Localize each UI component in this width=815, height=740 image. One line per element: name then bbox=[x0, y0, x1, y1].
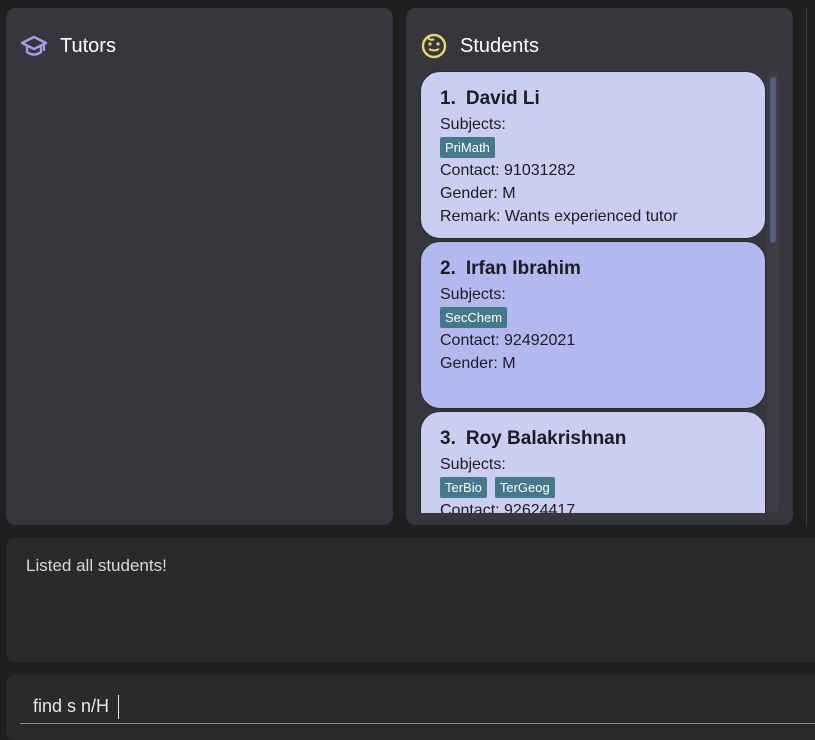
student-contact: Contact: 92624417 bbox=[440, 502, 576, 513]
student-name: David Li bbox=[465, 88, 540, 109]
subjects-label: Subjects: bbox=[440, 286, 506, 303]
subject-tags: TerBio TerGeog bbox=[440, 476, 765, 499]
panel-divider bbox=[806, 8, 807, 525]
student-card[interactable]: 3. Roy Balakrishnan Subjects: TerBio TerG… bbox=[420, 411, 766, 513]
student-gender: Gender: M bbox=[440, 185, 516, 202]
student-card[interactable]: 1. David Li Subjects: PriMath Contact: 91… bbox=[420, 71, 766, 239]
tutors-panel: Tutors bbox=[6, 8, 393, 525]
student-index: 3. bbox=[440, 428, 456, 449]
student-contact: Contact: 92492021 bbox=[440, 332, 576, 349]
smiley-face-icon bbox=[420, 32, 448, 60]
subject-tag: SecChem bbox=[440, 307, 508, 328]
student-list[interactable]: 1. David Li Subjects: PriMath Contact: 91… bbox=[420, 71, 767, 513]
subjects-label: Subjects: bbox=[440, 116, 506, 133]
student-card[interactable]: 2. Irfan Ibrahim Subjects: SecChem Contac… bbox=[420, 241, 766, 409]
students-panel: Students 1. David Li Subjects: PriMath Co… bbox=[406, 8, 793, 525]
subject-tags: SecChem bbox=[440, 306, 765, 329]
tutors-header: Tutors bbox=[20, 32, 116, 60]
subject-tag: PriMath bbox=[440, 137, 495, 158]
student-remark: Remark: Wants experienced tutor bbox=[440, 208, 678, 225]
subject-tags: PriMath bbox=[440, 136, 765, 159]
student-list-scrollbar[interactable] bbox=[767, 71, 779, 513]
student-index: 1. bbox=[440, 88, 456, 109]
student-name: Irfan Ibrahim bbox=[465, 258, 581, 279]
students-header: Students bbox=[420, 32, 539, 60]
scrollbar-thumb[interactable] bbox=[770, 77, 776, 243]
student-gender: Gender: M bbox=[440, 355, 516, 372]
student-name: Roy Balakrishnan bbox=[465, 428, 627, 449]
student-name-row: 1. David Li bbox=[440, 85, 765, 113]
text-caret bbox=[118, 695, 119, 719]
subjects-label: Subjects: bbox=[440, 456, 506, 473]
tutors-title: Tutors bbox=[60, 34, 116, 57]
student-index: 2. bbox=[440, 258, 456, 279]
student-name-row: 2. Irfan Ibrahim bbox=[440, 255, 765, 283]
student-name-row: 3. Roy Balakrishnan bbox=[440, 425, 765, 453]
graduation-cap-icon bbox=[20, 32, 48, 60]
command-box bbox=[6, 675, 815, 740]
command-input[interactable] bbox=[20, 690, 815, 724]
subject-tag: TerBio bbox=[440, 477, 487, 498]
student-contact: Contact: 91031282 bbox=[440, 162, 576, 179]
result-message: Listed all students! bbox=[26, 556, 167, 575]
students-title: Students bbox=[460, 34, 539, 57]
subject-tag: TerGeog bbox=[494, 477, 555, 498]
result-display: Listed all students! bbox=[6, 538, 815, 662]
